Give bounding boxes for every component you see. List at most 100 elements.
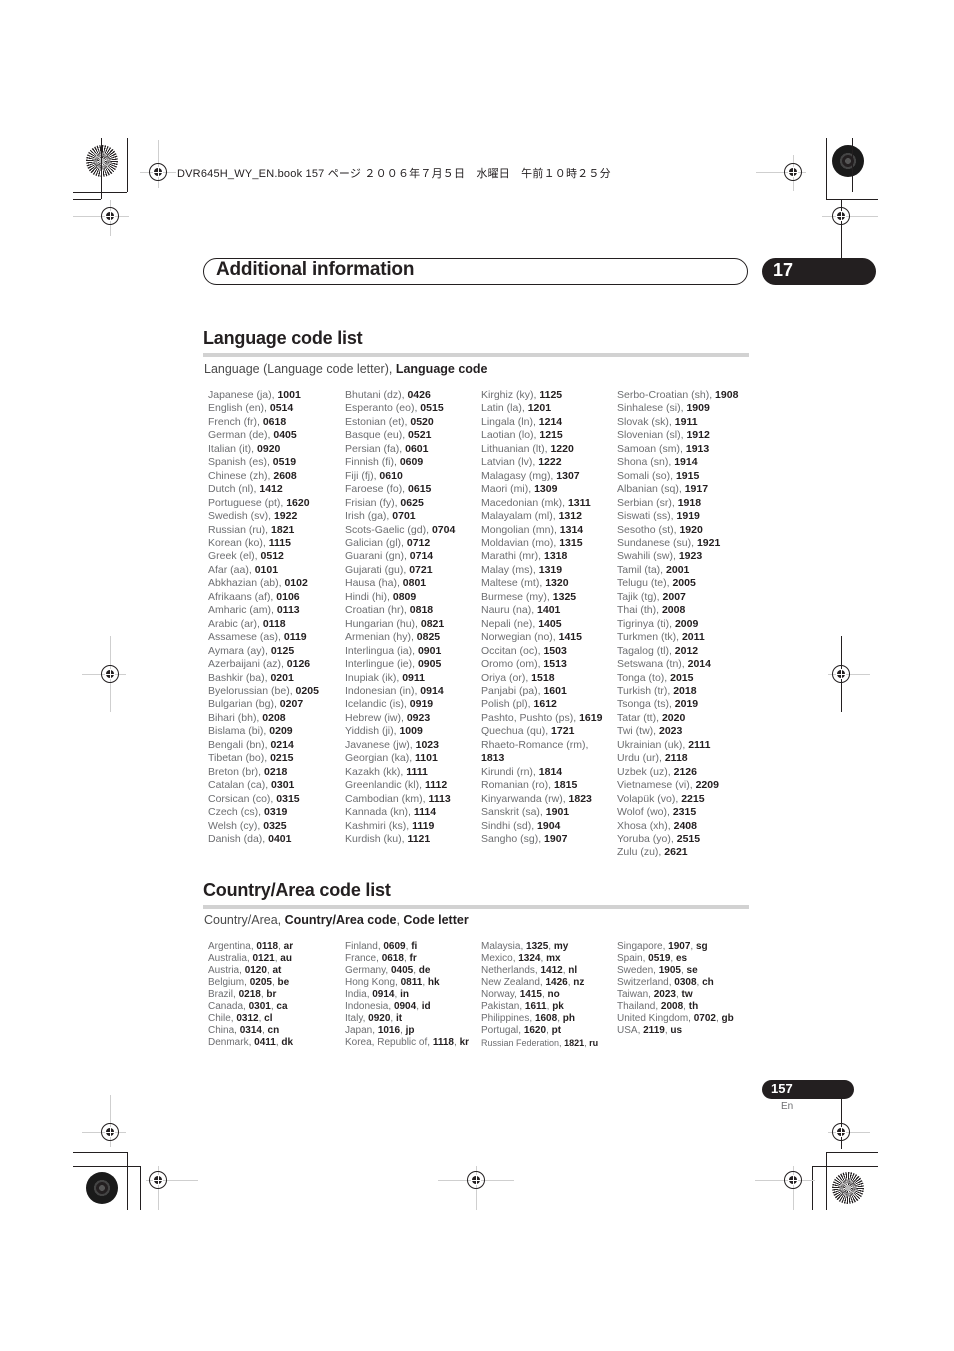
language-code-item: Hebrew (iw), 0923 <box>345 712 455 725</box>
country-code: 1426 <box>545 977 568 988</box>
language-code-item: Latin (la), 1201 <box>481 402 602 415</box>
language-code-item: Maltese (mt), 1320 <box>481 577 602 590</box>
country-code-item: Portugal, 1620, pt <box>481 1025 562 1036</box>
registration-mark-icon <box>101 207 119 225</box>
language-code-item: Kashmiri (ks), 1119 <box>345 820 455 833</box>
language-name: Turkmen (tk), <box>617 631 682 644</box>
chapter-number-badge: 17 <box>762 258 876 285</box>
language-code: 1914 <box>674 456 698 469</box>
country-name: USA <box>617 1025 638 1036</box>
country-code-item: Norway, 1415, no <box>481 989 560 1000</box>
country-name: India <box>345 989 367 1000</box>
language-name: Portuguese (pt), <box>208 496 287 509</box>
language-code: 1115 <box>268 536 291 549</box>
language-code: 0125 <box>270 644 295 657</box>
language-code-item: Assamese (as), 0119 <box>208 631 319 644</box>
language-name: Greek (el), <box>208 550 261 563</box>
language-code: 2014 <box>687 658 711 671</box>
language-code: 2023 <box>659 725 683 738</box>
country-name: Hong Kong <box>345 977 396 988</box>
language-name: Afrikaans (af), <box>208 590 277 603</box>
language-code: 0301 <box>271 779 295 792</box>
language-code-item: Panjabi (pa), 1601 <box>481 685 602 698</box>
country-letter: pk <box>552 1001 564 1012</box>
language-code-item: Yoruba (yo), 2515 <box>617 833 738 846</box>
language-code-item: Arabic (ar), 0118 <box>208 618 319 631</box>
language-code: 1620 <box>286 496 310 509</box>
language-code: 2019 <box>674 698 699 711</box>
language-code-item: English (en), 0514 <box>208 402 319 415</box>
country-letter: be <box>277 977 290 988</box>
country-code: 2023 <box>653 989 676 1000</box>
language-code: 1113 <box>428 792 451 805</box>
language-name: English (en), <box>208 402 270 415</box>
language-name: Russian (ru), <box>208 523 272 536</box>
language-name: Arabic (ar), <box>208 617 263 630</box>
language-code: 0319 <box>264 806 288 819</box>
language-code-item: Samoan (sm), 1913 <box>617 443 738 456</box>
country-code: 1620 <box>523 1025 547 1036</box>
country-code-item: Japan, 1016, jp <box>345 1025 415 1036</box>
language-code-item: Occitan (oc), 1503 <box>481 645 602 658</box>
language-code: 0207 <box>279 698 304 711</box>
language-code: 1415 <box>558 631 582 644</box>
language-code: 1307 <box>556 469 580 482</box>
country-name: Philippines <box>481 1013 530 1024</box>
country-name: United Kingdom <box>617 1013 689 1024</box>
language-name: Interlingua (ia), <box>345 644 418 657</box>
language-column: Serbo-Croatian (sh), 1908 Sinhalese (si),… <box>617 389 738 860</box>
language-code-item: Tajik (tg), 2007 <box>617 591 738 604</box>
country-code-item: Argentina, 0118, ar <box>208 941 294 952</box>
language-code-item: Korean (ko), 1115 <box>208 537 319 550</box>
language-code: 1911 <box>674 415 698 428</box>
language-name: Pashto, Pushto (ps), <box>481 711 580 724</box>
language-name: Twi (tw), <box>617 725 659 738</box>
language-column: Kirghiz (ky), 1125 Latin (la), 1201 Lingal… <box>481 389 602 846</box>
country-name: Korea, Republic of <box>345 1037 428 1048</box>
color-target-icon <box>832 1172 864 1204</box>
language-name: Norwegian (no), <box>481 631 559 644</box>
country-letter: cl <box>264 1013 273 1024</box>
language-code-item: Sindhi (sd), 1904 <box>481 820 602 833</box>
language-name: Nauru (na), <box>481 604 538 617</box>
language-code-item: Scots-Gaelic (gd), 0704 <box>345 524 455 537</box>
language-code: 1813 <box>481 752 505 765</box>
language-code: 0704 <box>431 523 456 536</box>
language-name: Sesotho (st), <box>617 523 680 536</box>
language-name: Amharic (am), <box>208 604 277 617</box>
language-code: 0721 <box>409 563 433 576</box>
language-code: 1315 <box>559 536 583 549</box>
language-code: 1915 <box>675 469 700 482</box>
language-name: Georgian (ka), <box>345 752 416 765</box>
country-code-item: France, 0618, fr <box>345 953 417 964</box>
language-code: 0118 <box>262 617 286 630</box>
country-code-item: Russian Federation, 1821, ru <box>481 1038 599 1048</box>
country-section-title: Country/Area code list <box>203 880 391 900</box>
language-name: Laotian (lo), <box>481 429 540 442</box>
language-section-title: Language code list <box>203 328 363 348</box>
registration-mark-icon <box>101 665 119 683</box>
language-code: 0919 <box>409 698 434 711</box>
country-name: Canada <box>208 1001 244 1012</box>
language-code-item: Tigrinya (ti), 2009 <box>617 618 738 631</box>
country-name: New Zealand <box>481 977 540 988</box>
country-letter: pt <box>551 1025 562 1036</box>
language-code-item: Japanese (ja), 1001 <box>208 389 319 402</box>
language-code-item: Siswati (ss), 1919 <box>617 510 738 523</box>
language-code: 1214 <box>538 415 563 428</box>
language-code-item: Albanian (sq), 1917 <box>617 483 738 496</box>
country-letter: hk <box>427 977 440 988</box>
country-code: 0702 <box>693 1013 716 1024</box>
language-code-item: Tatar (tt), 2020 <box>617 712 738 725</box>
language-name: Quechua (qu), <box>481 725 552 738</box>
language-name: Tagalog (tl), <box>617 644 675 657</box>
country-code-item: Italy, 0920, it <box>345 1013 403 1024</box>
country-code: 0218 <box>238 989 261 1000</box>
language-code-item: Thai (th), 2008 <box>617 604 738 617</box>
language-code: 0615 <box>408 483 432 496</box>
language-code-item: Hausa (ha), 0801 <box>345 577 455 590</box>
language-name: Sindhi (sd), <box>481 819 538 832</box>
language-code: 1518 <box>531 671 555 684</box>
language-code: 2009 <box>674 617 699 630</box>
country-code-item: Belgium, 0205, be <box>208 977 290 988</box>
